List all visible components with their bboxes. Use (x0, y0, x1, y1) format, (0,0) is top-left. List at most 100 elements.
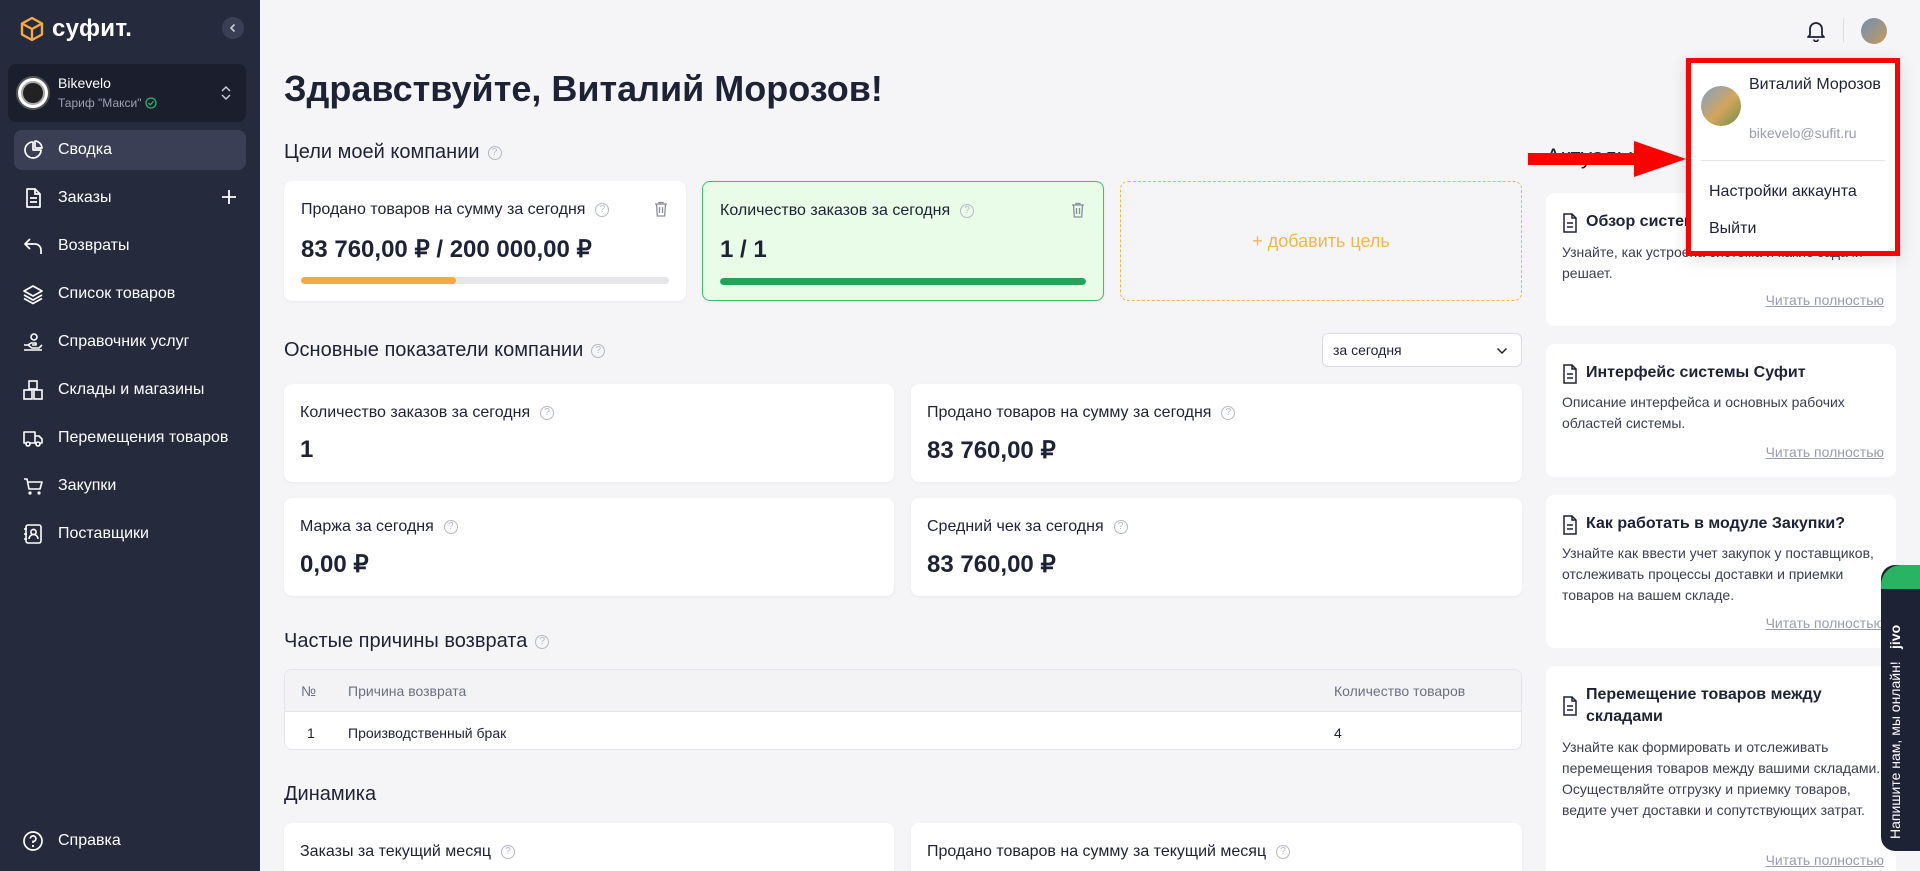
sidebar-item-label: Поставщики (58, 525, 149, 542)
sidebar-item-summary[interactable]: Сводка (14, 130, 246, 170)
sidebar-item-services[interactable]: Справочник услуг (14, 322, 246, 362)
help-question-icon[interactable]: ? (595, 203, 610, 217)
help-question-icon[interactable]: ? (591, 343, 606, 358)
dynamics-card: Заказы за текущий месяц? (284, 823, 894, 871)
chat-widget[interactable]: Напишите нам, мы онлайн! jivo (1881, 565, 1920, 851)
sidebar-item-products[interactable]: Список товаров (14, 274, 246, 314)
goal-progress-bar (720, 278, 1086, 285)
truck-icon (23, 431, 43, 447)
goal-progress-fill (720, 278, 1086, 285)
help-question-icon[interactable]: ? (535, 634, 550, 649)
metric-card: Количество заказов за сегодня? 1 (284, 384, 894, 482)
read-more-link[interactable]: Читать полностью (1766, 615, 1884, 631)
dynamics-section-title: Динамика (284, 783, 376, 806)
metric-value: 0,00 ₽ (300, 551, 369, 578)
help-question-icon[interactable]: ? (1221, 406, 1236, 420)
account-settings-menu-item[interactable]: Настройки аккаунта (1709, 183, 1857, 201)
metric-label-text: Маржа за сегодня (300, 518, 434, 535)
sidebar-item-label: Закупки (58, 477, 117, 494)
document-icon (1563, 213, 1577, 233)
sidebar-item-returns[interactable]: Возвраты (14, 226, 246, 266)
read-more-link[interactable]: Читать полностью (1766, 444, 1884, 460)
goal-label-text: Продано товаров на сумму за сегодня (301, 201, 586, 218)
sidebar-item-suppliers[interactable]: Поставщики (14, 514, 246, 554)
help-question-icon[interactable]: ? (960, 204, 975, 218)
article-title: Перемещение товаров между складами (1562, 684, 1872, 728)
help-question-icon[interactable]: ? (1113, 520, 1128, 534)
help-question-icon[interactable]: ? (487, 145, 502, 160)
dynamics-title-text: Динамика (284, 783, 377, 805)
sidebar-item-label: Перемещения товаров (58, 429, 229, 446)
metric-label: Средний чек за сегодня? (927, 518, 1128, 536)
company-plan: Тариф "Макси" (58, 96, 158, 110)
trash-icon[interactable] (654, 201, 668, 217)
company-name: Bikevelo (58, 75, 111, 91)
dynamics-card-label: Заказы за текущий месяц (300, 843, 492, 860)
help-question-icon[interactable]: ? (540, 406, 555, 420)
check-circle-icon (145, 97, 158, 109)
goal-label: Продано товаров на сумму за сегодня? (301, 201, 610, 219)
sidebar: суфит. Bikevelo Тариф "Макси" Сводка Зак… (0, 0, 260, 871)
dynamics-card: Продано товаров на сумму за текущий меся… (911, 823, 1522, 871)
goals-title-text: Цели моей компании (284, 141, 480, 163)
chat-widget-label: Напишите нам, мы онлайн! jivo (1887, 599, 1903, 839)
article-desc: Узнайте как формировать и отслеживать пе… (1562, 739, 1881, 818)
user-menu-dropdown: Виталий Морозов bikevelo@sufit.ru Настро… (1686, 58, 1900, 256)
help-question-icon[interactable]: ? (501, 845, 516, 859)
cube-logo-icon (20, 16, 44, 42)
sidebar-item-label: Справочник услуг (58, 333, 190, 350)
article-card[interactable]: Как работать в модуле Закупки? Узнайте к… (1546, 495, 1896, 648)
goal-card-sales: Продано товаров на сумму за сегодня? 83 … (284, 181, 686, 301)
sidebar-item-orders[interactable]: Заказы (14, 178, 246, 218)
sidebar-item-purchases[interactable]: Закупки (14, 466, 246, 506)
help-label: Справка (58, 832, 121, 849)
plus-icon[interactable] (220, 188, 238, 206)
read-more-link[interactable]: Читать полностью (1766, 292, 1884, 308)
goal-progress-fill (301, 277, 456, 284)
user-avatar (1701, 86, 1741, 126)
topbar (260, 0, 1920, 60)
article-card[interactable]: Перемещение товаров между складами Узнай… (1546, 666, 1896, 871)
metric-label: Количество заказов за сегодня? (300, 404, 555, 422)
annotation-arrow (1528, 141, 1686, 177)
goal-progress-bar (301, 277, 669, 284)
return-icon (24, 238, 42, 254)
help-question-icon[interactable]: ? (443, 520, 458, 534)
metric-card: Маржа за сегодня? 0,00 ₽ (284, 498, 894, 596)
sidebar-item-transfers[interactable]: Перемещения товаров (14, 418, 246, 458)
returns-section-title: Частые причины возврата ? (284, 630, 550, 653)
bell-icon[interactable] (1806, 20, 1826, 42)
metric-label-text: Продано товаров на сумму за сегодня (927, 404, 1212, 421)
returns-title-text: Частые причины возврата (284, 630, 528, 652)
chat-widget-accent (1881, 565, 1920, 589)
trash-icon[interactable] (1071, 202, 1085, 218)
user-avatar-button[interactable] (1861, 18, 1887, 44)
table-header: № Причина возврата Количество товаров (285, 670, 1521, 712)
sidebar-item-label: Склады и магазины (58, 381, 205, 398)
sidebar-item-warehouses[interactable]: Склады и магазины (14, 370, 246, 410)
chevron-updown-icon (221, 85, 231, 101)
logout-menu-item[interactable]: Выйти (1709, 220, 1756, 238)
article-title: Как работать в модуле Закупки? (1562, 513, 1845, 535)
document-icon (1563, 515, 1577, 535)
help-question-icon[interactable]: ? (1276, 845, 1291, 859)
chat-widget-label-text: Напишите нам, мы онлайн! (1887, 661, 1903, 839)
article-desc: Описание интерфейса и основных рабочих о… (1562, 394, 1845, 431)
read-more-link[interactable]: Читать полностью (1766, 852, 1884, 868)
article-card[interactable]: Интерфейс системы Суфит Описание интерфе… (1546, 344, 1896, 477)
period-select[interactable]: за сегодня (1322, 333, 1522, 367)
metric-label: Продано товаров на сумму за текущий меся… (927, 843, 1291, 861)
app-logo[interactable]: суфит. (20, 14, 132, 44)
metric-label: Заказы за текущий месяц? (300, 843, 516, 861)
document-icon (26, 188, 41, 208)
page-title: Здравствуйте, Виталий Морозов! (284, 68, 883, 109)
period-select-value: за сегодня (1333, 342, 1402, 358)
layers-icon (23, 285, 43, 305)
boxes-icon (23, 380, 43, 400)
sidebar-item-label: Список товаров (58, 285, 176, 302)
company-switcher[interactable]: Bikevelo Тариф "Макси" (8, 64, 246, 122)
sidebar-item-help[interactable]: Справка (22, 830, 121, 852)
add-goal-button[interactable]: + добавить цель (1120, 181, 1522, 301)
table-cell: Производственный брак (348, 725, 507, 741)
collapse-sidebar-button[interactable] (222, 17, 244, 39)
